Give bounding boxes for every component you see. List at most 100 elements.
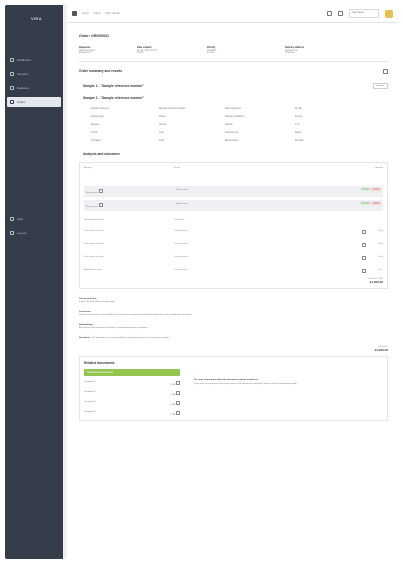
- checkbox[interactable]: [362, 242, 367, 247]
- breadcrumb-item[interactable]: Orders: [93, 12, 101, 15]
- document-icon: [10, 100, 14, 104]
- sidebar-item-orders[interactable]: Orders: [7, 97, 61, 107]
- note-text: 5 days. Results will be sent by email.: [79, 301, 115, 304]
- service-row[interactable]: Additional services Comment text Price: [84, 268, 383, 273]
- document-name: Document 2: [84, 391, 96, 394]
- sidebar: VIRA Dashboard Samples Requests Orders H…: [5, 5, 63, 559]
- document-row[interactable]: Document 1 1 MB: [84, 381, 180, 386]
- note-title: Comments:: [79, 310, 92, 313]
- summary-value: Status: [137, 52, 144, 54]
- summary-key: Requester: [79, 46, 91, 49]
- download-icon[interactable]: [176, 411, 180, 416]
- detail-value: 1 ml: [295, 123, 300, 126]
- section-title: Order summary and results: [79, 69, 123, 73]
- service-comment: Comment text: [174, 268, 188, 271]
- note-text: All samples are processed according to s…: [79, 327, 149, 330]
- service-row[interactable]: Test name and code Comment text Price: [84, 255, 383, 260]
- avatar[interactable]: [385, 9, 393, 18]
- results-title: Analysis and outcomes: [83, 151, 120, 156]
- checkbox[interactable]: [362, 229, 367, 234]
- dashboard-icon: [10, 58, 14, 62]
- total-value: £1,200.00: [374, 348, 388, 353]
- main-panel: Home Orders Order details User name Orde…: [67, 5, 398, 559]
- note-text: The laboratory is not responsible for sa…: [91, 336, 170, 339]
- summary-key: Priority: [207, 46, 216, 49]
- service-comment: Comment text: [174, 255, 188, 258]
- detail-value: Frozen: [295, 115, 303, 118]
- page-content: Order: ORD00001 Requester Name Surname D…: [67, 23, 398, 422]
- checkbox[interactable]: [362, 255, 367, 260]
- result-value: Result value: [176, 188, 189, 191]
- sidebar-item-requests[interactable]: Requests: [7, 83, 61, 93]
- sample-2-header[interactable]: Sample 2 - "Sample reference number": [83, 96, 388, 100]
- results-panel: Analysis Result Outcome Assay name Resul…: [79, 161, 388, 289]
- results-subheader: Recommended tests Comments: [84, 219, 383, 221]
- summary-cell: Priority Standard Invoice: [207, 46, 285, 54]
- settings-icon[interactable]: [338, 11, 343, 16]
- sample-details: Sample reference Sample reference number…: [91, 108, 388, 142]
- detail-value: Human: [159, 123, 167, 126]
- document-name: Document 1: [84, 381, 96, 384]
- checkbox[interactable]: [362, 268, 367, 273]
- sidebar-item-logout[interactable]: Log out: [7, 228, 61, 238]
- detail-value: 01 Jan: [295, 107, 302, 110]
- expand-button[interactable]: Expand: [372, 82, 388, 89]
- page-title: Order: ORD00001: [79, 34, 109, 38]
- result-assay: Assay name: [86, 191, 99, 194]
- service-row[interactable]: Test name and code Comment text Price: [84, 242, 383, 247]
- list-icon: [10, 86, 14, 90]
- order-summary-grid: Requester Name Surname Department Date c…: [79, 46, 388, 54]
- document-size: 1 MB: [170, 404, 176, 407]
- breadcrumb-item: Order details: [104, 12, 120, 15]
- flask-icon: [10, 72, 14, 76]
- column-header: Analysis: [84, 166, 93, 169]
- download-icon[interactable]: [176, 391, 180, 396]
- sidebar-item-dashboard[interactable]: Dashboard: [7, 55, 61, 65]
- service-price: Price: [378, 255, 383, 258]
- home-icon[interactable]: [72, 11, 77, 16]
- info-icon[interactable]: [98, 202, 103, 207]
- order-notes: Turnaround time: 5 days. Results will be …: [79, 298, 388, 341]
- user-menu[interactable]: User name: [349, 9, 379, 18]
- detail-value: Panel: [295, 131, 301, 134]
- sidebar-item-help[interactable]: Help: [7, 214, 61, 224]
- detail-label: Date registered: [225, 107, 241, 110]
- document-row[interactable]: Document 2 1 MB: [84, 391, 180, 396]
- summary-cell: Date created 01 Jan 2024, 10:00 Status: [137, 46, 207, 54]
- summary-key: Delivery address: [285, 46, 305, 49]
- download-icon[interactable]: [176, 381, 180, 386]
- service-price: Price: [378, 242, 383, 245]
- download-icon[interactable]: [176, 401, 180, 406]
- sample-1-header[interactable]: Sample 1 - "Sample reference number" Exp…: [83, 82, 388, 89]
- result-row[interactable]: Assay name Result value Passed Failed: [84, 199, 383, 211]
- detail-value: Liver: [159, 131, 164, 134]
- service-price: Price: [378, 229, 383, 232]
- document-row[interactable]: Document 4 1 MB: [84, 411, 180, 416]
- note-title: Turnaround time:: [79, 297, 97, 300]
- detail-value: Sample reference number: [159, 107, 186, 110]
- print-icon[interactable]: [383, 68, 388, 74]
- document-size: 1 MB: [170, 384, 176, 387]
- document-row[interactable]: Document 3 1 MB: [84, 401, 180, 406]
- sidebar-item-label: Dashboard: [17, 58, 31, 62]
- sidebar-item-samples[interactable]: Samples: [7, 69, 61, 79]
- result-row[interactable]: Assay name Result value Passed Failed: [84, 185, 383, 197]
- detail-value: Tissue: [159, 115, 166, 118]
- sample-title: Sample 2 - "Sample reference number": [83, 95, 145, 100]
- topbar: Home Orders Order details User name: [67, 5, 398, 23]
- breadcrumb: Home Orders Order details: [82, 12, 327, 15]
- service-row[interactable]: Test name and code Comment text Price: [84, 229, 383, 234]
- breadcrumb-item[interactable]: Home: [82, 12, 89, 15]
- detail-label: Tissue: [91, 131, 98, 134]
- detail-value: Tube: [159, 139, 165, 142]
- notification-icon[interactable]: [327, 11, 332, 16]
- download-all-button[interactable]: Download all documents: [84, 369, 180, 377]
- topbar-actions: User name: [327, 9, 393, 18]
- sidebar-bottom-nav: Help Log out: [7, 214, 61, 242]
- detail-label: Sample type: [91, 115, 104, 118]
- detail-label: Volume: [225, 123, 233, 126]
- results-header: Analysis Result Outcome: [84, 167, 383, 169]
- info-icon[interactable]: [98, 188, 103, 193]
- service-name: Test name and code: [84, 229, 104, 232]
- result-value: Result value: [176, 202, 189, 205]
